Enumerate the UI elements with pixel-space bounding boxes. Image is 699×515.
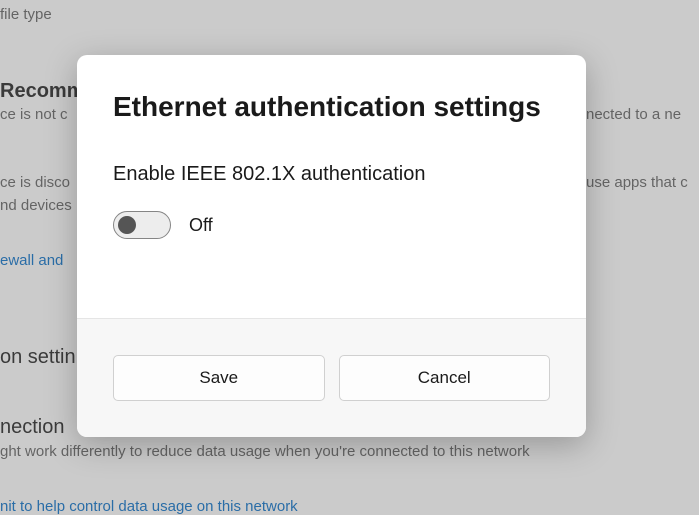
ieee-8021x-label: Enable IEEE 802.1X authentication (113, 163, 550, 186)
toggle-row: Off (113, 211, 550, 239)
save-button[interactable]: Save (113, 355, 325, 401)
dialog-content: Ethernet authentication settings Enable … (77, 55, 586, 318)
dialog-footer: Save Cancel (77, 318, 586, 437)
ieee-8021x-toggle[interactable] (113, 211, 171, 239)
toggle-state-text: Off (189, 215, 213, 236)
dialog-title: Ethernet authentication settings (113, 91, 550, 123)
ethernet-auth-dialog: Ethernet authentication settings Enable … (77, 55, 586, 437)
cancel-button[interactable]: Cancel (339, 355, 551, 401)
toggle-knob (118, 216, 136, 234)
